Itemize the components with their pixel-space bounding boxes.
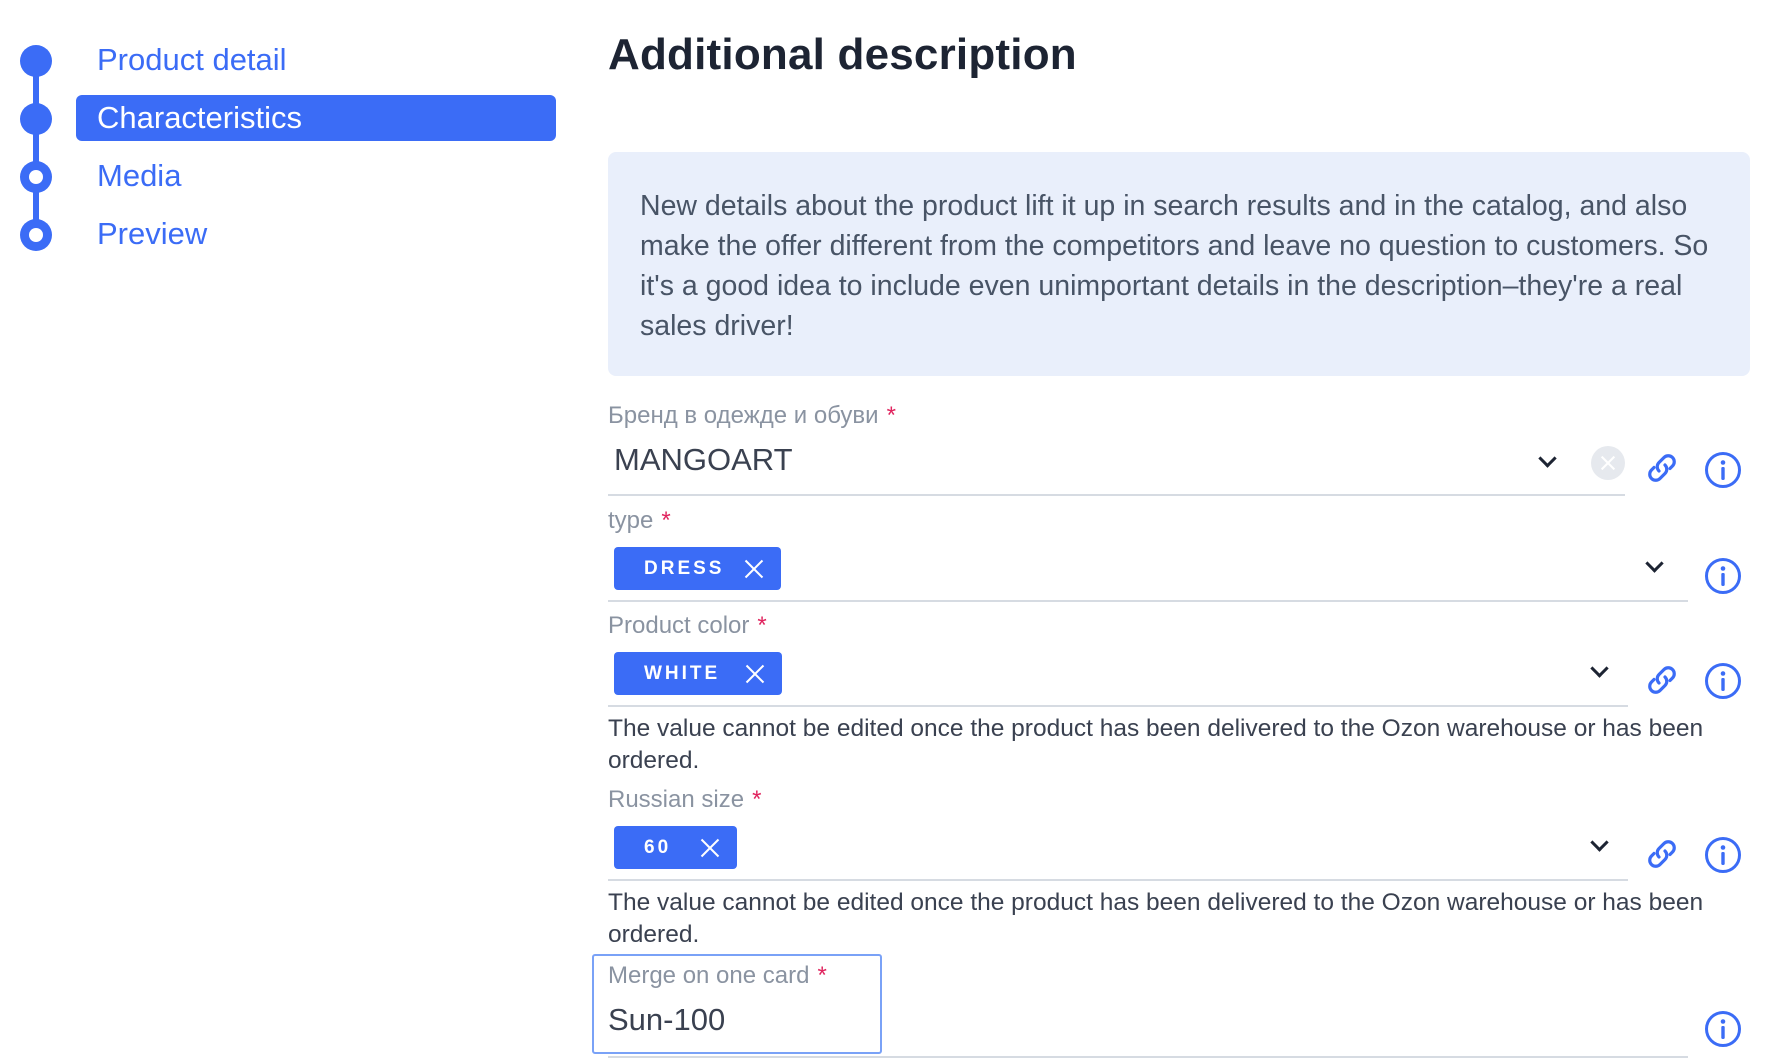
merge-card-input[interactable]: Sun-100 (608, 1002, 725, 1038)
brand-label: Бренд в одежде и обуви (608, 402, 879, 429)
progress-stepper: Product detail Characteristics Media Pre… (0, 0, 570, 280)
step-preview[interactable]: Preview (76, 211, 556, 257)
chip-label: WHITE (644, 663, 721, 684)
page-title: Additional description (608, 30, 1077, 79)
close-icon[interactable] (744, 663, 766, 685)
type-chip: DRESS (614, 547, 781, 590)
product-color-field: Product color * WHITE (608, 612, 1754, 712)
characteristics-panel: Additional description New details about… (592, 0, 1754, 1060)
size-hint-text: The value cannot be edited once the prod… (608, 889, 1704, 948)
link-icon[interactable] (1644, 450, 1680, 486)
field-underline (608, 705, 1628, 707)
color-hint-text: The value cannot be edited once the prod… (608, 715, 1704, 774)
info-icon[interactable] (1704, 662, 1742, 700)
required-mark: * (757, 612, 767, 639)
merge-card-label: Merge on one card (608, 962, 810, 989)
field-underline (608, 494, 1625, 496)
close-icon[interactable] (699, 837, 721, 859)
step-dot-pending-icon (20, 219, 52, 251)
link-icon[interactable] (1644, 662, 1680, 698)
stepper-connector-line (33, 60, 39, 235)
russian-size-field: Russian size * 60 (608, 786, 1754, 886)
step-product-detail[interactable]: Product detail (76, 37, 556, 83)
field-underline (608, 1056, 1688, 1058)
brand-field: Бренд в одежде и обуви * MANGOART (608, 402, 1754, 498)
chevron-down-icon[interactable] (1588, 834, 1610, 856)
close-icon[interactable] (743, 558, 765, 580)
step-dot-pending-icon (20, 161, 52, 193)
info-icon[interactable] (1704, 451, 1742, 489)
step-dot-complete-icon (20, 45, 52, 77)
size-chip: 60 (614, 826, 737, 869)
step-media[interactable]: Media (76, 153, 556, 199)
clear-icon[interactable] (1591, 446, 1625, 480)
chevron-down-icon[interactable] (1588, 660, 1610, 682)
chevron-down-icon[interactable] (1536, 450, 1558, 472)
merge-card-field: Merge on one card * Sun-100 (592, 954, 1754, 1060)
step-dot-current-icon (20, 103, 52, 135)
info-icon[interactable] (1704, 836, 1742, 874)
required-mark: * (886, 402, 896, 429)
link-icon[interactable] (1644, 836, 1680, 872)
info-icon[interactable] (1704, 557, 1742, 595)
required-mark: * (752, 786, 762, 813)
field-underline (608, 600, 1688, 602)
info-icon[interactable] (1704, 1010, 1742, 1048)
required-mark: * (661, 507, 671, 534)
chip-label: DRESS (644, 558, 725, 579)
chevron-down-icon[interactable] (1643, 555, 1665, 577)
product-color-label: Product color (608, 612, 750, 639)
russian-size-label: Russian size (608, 786, 745, 813)
step-characteristics[interactable]: Characteristics (76, 95, 556, 141)
field-underline (608, 879, 1628, 881)
required-mark: * (817, 962, 827, 989)
type-field: type * DRESS (608, 507, 1754, 603)
color-chip: WHITE (614, 652, 782, 695)
brand-select-value[interactable]: MANGOART (614, 442, 793, 478)
info-banner: New details about the product lift it up… (608, 152, 1750, 376)
type-label: type (608, 507, 654, 534)
chip-label: 60 (644, 837, 672, 858)
